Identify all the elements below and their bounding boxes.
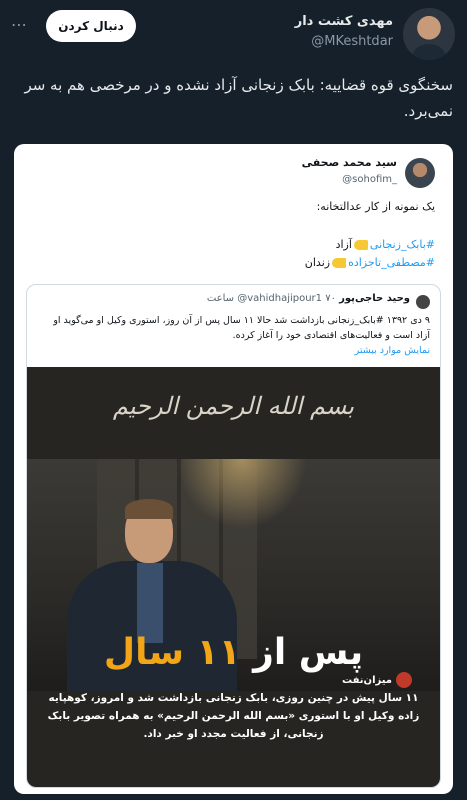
tweet-text: سخنگوی قوه قضاییه: بابک زنجانی آزاد نشده… xyxy=(24,76,453,120)
person-hair xyxy=(125,499,173,519)
quoted-author-name: وحید حاجی‌پور xyxy=(339,293,410,304)
avatar[interactable] xyxy=(403,8,455,60)
show-more-link[interactable]: نمایش موارد بیشتر xyxy=(355,345,430,356)
follow-button[interactable]: دنبال کردن xyxy=(46,10,136,42)
quoted-header: وحید حاجی‌پور @vahidhajipour1 ۷۰ ساعت xyxy=(207,293,410,304)
author-name[interactable]: مهدی کشت دار xyxy=(295,14,393,29)
hashtag-line: #بابک_زنجانی آزاد xyxy=(336,238,435,251)
embedded-author-handle: @sohofim_ xyxy=(342,174,397,185)
quoted-author-handle: @vahidhajipour1 xyxy=(237,293,323,304)
embedded-avatar xyxy=(405,158,435,188)
pointing-hand-icon xyxy=(353,240,368,250)
tweet-image[interactable]: بسم الله الرحمن الرحیم میزان‌نفت پس از ۱… xyxy=(27,367,440,787)
pointing-hand-icon xyxy=(332,258,347,268)
hashtag-link[interactable]: #بابک_زنجانی xyxy=(370,238,435,251)
quoted-avatar xyxy=(416,295,430,309)
hashtag-line: #مصطفی_تاجزاده زندان xyxy=(305,256,435,269)
bismillah-calligraphy: بسم الله الرحمن الرحیم xyxy=(112,392,355,420)
image-headline: پس از ۱۱ سال xyxy=(67,625,400,681)
headline-accent: ۱۱ سال xyxy=(103,632,241,673)
embedded-author-name: سید محمد صحفی xyxy=(301,156,397,169)
author-handle[interactable]: @MKeshtdar xyxy=(311,34,393,49)
embedded-tweet-card[interactable]: سید محمد صحفی @sohofim_ یک نمونه از کار … xyxy=(14,144,453,794)
hashtag-suffix: آزاد xyxy=(335,238,352,251)
hashtag-link[interactable]: #مصطفی_تاجزاده xyxy=(348,256,435,269)
headline-prefix: پس از xyxy=(253,632,364,673)
image-caption: ۱۱ سال پیش در چنین روزی، بابک زنجانی باز… xyxy=(47,692,420,740)
embedded-tweet-text: یک نمونه از کار عدالتخانه: xyxy=(316,200,435,213)
quoted-tweet[interactable]: وحید حاجی‌پور @vahidhajipour1 ۷۰ ساعت ۹ … xyxy=(26,284,441,788)
hashtag-suffix: زندان xyxy=(304,256,331,269)
quoted-body: ۹ دی ۱۳۹۲ #بابک_زنجانی بازداشت شد حالا ۱… xyxy=(53,315,430,341)
more-options-icon[interactable]: ⋯ xyxy=(10,16,28,34)
